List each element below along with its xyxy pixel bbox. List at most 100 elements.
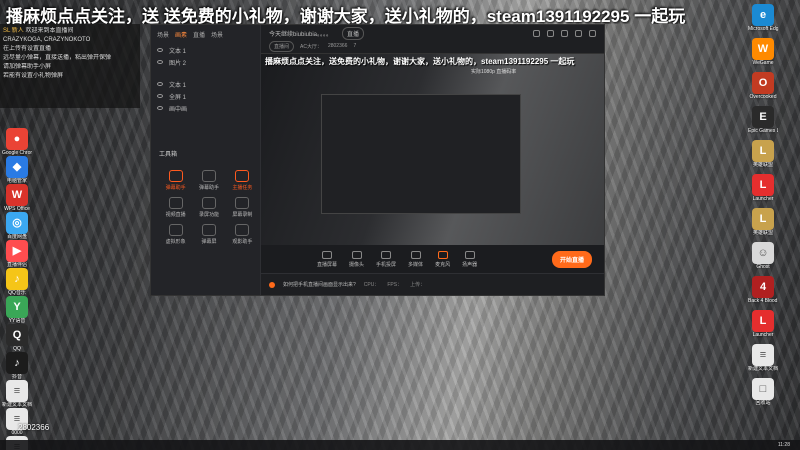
desktop-icon[interactable]: ≡新建文本文档 — [2, 380, 32, 408]
desktop-icon[interactable]: 4Back 4 Blood Beta — [748, 276, 778, 304]
camera-button[interactable]: 摄像头 — [349, 250, 364, 268]
desktop-icon[interactable]: □ 回收站 — [748, 378, 778, 406]
nested-preview-window — [321, 94, 521, 214]
desktop-icon[interactable]: L Launcher — [748, 310, 778, 338]
eye-icon[interactable] — [157, 60, 163, 64]
desktop-icon[interactable]: O Overcooked — [748, 72, 778, 100]
phone-cast-button[interactable]: 手机投屏 — [376, 250, 397, 268]
tool-icon — [201, 197, 216, 209]
desktop-icon[interactable]: ◎ 百度网盘 — [2, 212, 32, 240]
fps-label: FPS： — [387, 282, 403, 288]
toolbox-item[interactable]: 虚拟形象 — [159, 224, 192, 245]
desktop-icon[interactable]: ♪ 抖音 — [2, 352, 32, 380]
app-icon: L — [752, 310, 774, 332]
room-id-label: 2802366 — [18, 423, 50, 432]
scene-item[interactable]: 图片 2 — [151, 56, 260, 68]
desktop-icon-label: 英雄联盟 — [752, 230, 773, 236]
eye-icon[interactable] — [157, 82, 163, 86]
room-pill[interactable]: 直播间 — [269, 40, 295, 52]
tool-label: 弹幕助手 — [198, 185, 219, 191]
scene-item[interactable]: 文本 1 — [151, 78, 260, 90]
desktop-icon-label: WeGame — [752, 60, 774, 66]
phone-icon — [381, 250, 392, 259]
scene-item-label: 全屏 1 — [169, 94, 187, 101]
desktop-icon[interactable]: L 英雄联盟 — [748, 208, 778, 236]
eye-icon[interactable] — [157, 106, 163, 110]
app-icon: ♪ — [6, 268, 28, 290]
cpu-label: CPU： — [363, 282, 380, 288]
desktop-icon[interactable]: ≡新建文本文档 — [748, 344, 778, 372]
tab-scene[interactable]: 场景 — [157, 30, 169, 39]
toolbox-item[interactable]: 视频直播 — [159, 197, 192, 218]
stream-preview[interactable]: 播麻烦点点关注，送免费的小礼物，谢谢大家，送小礼物的，steam13911922… — [261, 53, 604, 271]
desktop-icon-label: 新建文本文档 — [748, 366, 778, 372]
stream-title[interactable]: 今天继续biubiubia。。。。 — [269, 29, 332, 38]
desktop-icon[interactable]: Q QQ — [2, 324, 32, 352]
microphone-label: 麦克风 — [435, 261, 451, 268]
lock-icon[interactable] — [547, 29, 554, 37]
chat-text: 欢迎来到本直播间 — [25, 28, 74, 34]
taskbar-clock[interactable]: 11:28 — [778, 440, 790, 450]
tab-material[interactable]: 画素 — [175, 30, 187, 39]
tab-live[interactable]: 直播 — [193, 30, 205, 39]
tab-scene-2[interactable]: 场景 — [211, 30, 223, 39]
desktop-icon[interactable]: ♪ QQ音乐 — [2, 268, 32, 296]
desktop-icon[interactable]: W WPS Office — [2, 184, 32, 212]
speaker-icon — [464, 250, 475, 259]
app-icon: ● — [6, 128, 28, 150]
eye-icon[interactable] — [157, 48, 163, 52]
toolbox-item[interactable]: 弹幕屏 — [192, 224, 225, 245]
scene-item-label: 文本 1 — [169, 48, 187, 55]
desktop-icon[interactable]: ●Google Chrome — [2, 128, 32, 156]
desktop-icon[interactable]: L Launcher — [748, 174, 778, 202]
toolbox-item[interactable]: 录屏功能 — [192, 197, 225, 218]
tool-label: 录屏功能 — [198, 212, 219, 218]
chat-line: SL 新人 欢迎来到本直播间 — [3, 27, 137, 36]
toolbox-item[interactable]: 弹幕助手 — [192, 170, 225, 191]
close-icon[interactable] — [589, 29, 596, 37]
microphone-button[interactable]: 麦克风 — [435, 250, 451, 268]
tool-icon — [168, 224, 183, 236]
desktop-icon[interactable]: ▶ 直播伴侣 — [2, 240, 32, 268]
screen-capture-button[interactable]: 直播屏幕 — [317, 250, 337, 268]
toolbox-item[interactable]: 屏幕录制 — [226, 197, 259, 218]
speaker-label: 扬声器 — [462, 261, 478, 268]
toolbox-grid: 弹幕助手 弹幕助手 主播任务视频直播 录屏功能 屏幕录制虚拟形象 弹幕屏 观影助手 — [159, 170, 259, 245]
app-icon: W — [6, 184, 28, 206]
scene-item[interactable]: 全屏 1 — [151, 90, 260, 102]
media-button[interactable]: 多媒体 — [408, 250, 423, 268]
tool-icon — [201, 224, 216, 236]
grid-icon[interactable] — [533, 29, 540, 37]
eye-icon[interactable] — [157, 94, 163, 98]
speaker-button[interactable]: 扬声器 — [462, 250, 478, 268]
desktop-icon[interactable]: EEpic Games Launcher — [748, 106, 778, 134]
help-hint-link[interactable]: 如何把手机直播间画面显示出来? — [283, 281, 356, 288]
desktop-icon[interactable]: W WeGame — [748, 38, 778, 66]
desktop-icon-label: Back 4 Blood Beta — [748, 298, 778, 304]
scene-item-label: 画中画 — [169, 106, 188, 113]
scene-item[interactable]: 画中画 — [151, 102, 260, 114]
phone-cast-label: 手机投屏 — [376, 261, 397, 268]
live-streaming-app-window: 场景 画素 直播 场景 文本 1 图片 2 文本 1 全屏 1 画中画 工具箱 … — [150, 24, 605, 296]
toolbox-item[interactable]: 观影助手 — [226, 224, 259, 245]
desktop-icon[interactable]: Y YY语音 — [2, 296, 32, 324]
toolbox-title: 工具箱 — [159, 152, 178, 158]
desktop-icon[interactable]: L 英雄联盟 — [748, 140, 778, 168]
settings-icon[interactable] — [561, 29, 568, 37]
tool-icon — [201, 170, 216, 182]
desktop-icon[interactable]: ◆ 电脑管家 — [2, 156, 32, 184]
tool-label: 弹幕助手 — [165, 185, 186, 191]
more-icon[interactable] — [575, 29, 582, 37]
toolbox-item[interactable]: 弹幕助手 — [159, 170, 192, 191]
app-icon: W — [752, 38, 774, 60]
fans-count: 2802366 — [327, 43, 348, 49]
bitrate-label: 实际1080p 直播码率 — [471, 69, 517, 75]
desktop-icon-label: 英雄联盟 — [752, 162, 773, 168]
start-live-button[interactable]: 开始直播 — [551, 250, 592, 268]
live-badge: 直播 — [342, 26, 365, 40]
toolbox-item[interactable]: 主播任务 — [226, 170, 259, 191]
desktop-icon[interactable]: ☺ Ghost — [748, 242, 778, 270]
tool-icon — [235, 224, 250, 236]
app-icon: ≡ — [752, 344, 774, 366]
scene-item[interactable]: 文本 1 — [151, 44, 260, 56]
